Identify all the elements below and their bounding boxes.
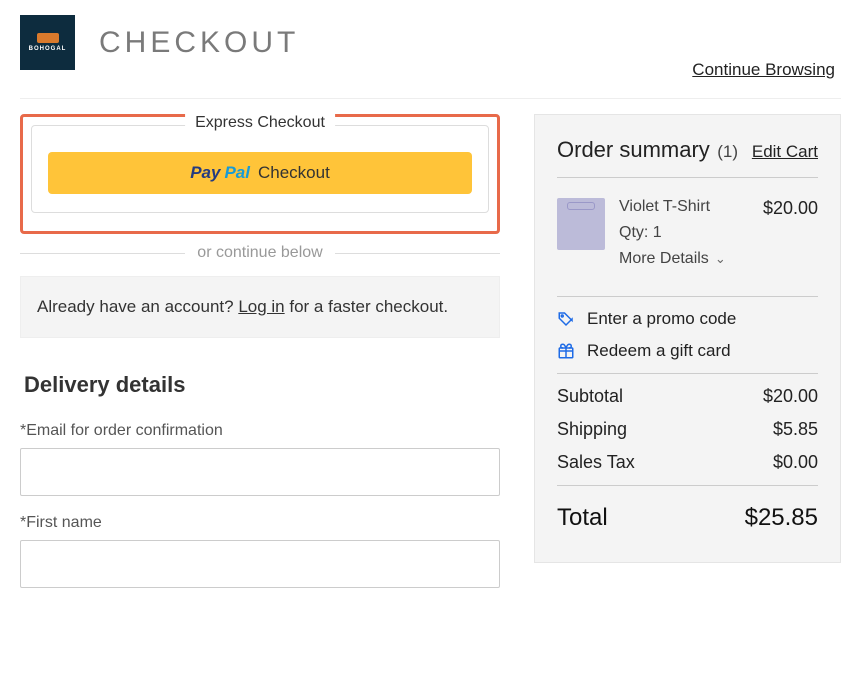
firstname-field[interactable] [20,540,500,588]
or-divider-text: or continue below [197,244,322,262]
promo-code-link[interactable]: Enter a promo code [557,309,818,329]
brand-name: BOHOGAL [29,46,67,52]
paypal-checkout-text: Checkout [258,163,330,183]
promo-code-text: Enter a promo code [587,309,736,329]
express-checkout-label: Express Checkout [185,114,335,132]
login-post-text: for a faster checkout. [285,297,448,316]
express-checkout-box: Express Checkout PayPal Checkout [31,125,489,213]
tax-value: $0.00 [773,452,818,473]
email-field[interactable] [20,448,500,496]
subtotal-value: $20.00 [763,386,818,407]
login-link[interactable]: Log in [238,297,284,316]
firstname-label: *First name [20,514,500,532]
cart-line-item: Violet T-Shirt Qty: 1 More Details ⌄ $20… [557,188,818,286]
divider [20,98,841,99]
divider [557,296,818,297]
gift-card-link[interactable]: Redeem a gift card [557,341,818,361]
tax-label: Sales Tax [557,452,635,473]
item-thumbnail [557,198,605,250]
or-divider: or continue below [20,244,500,262]
chevron-down-icon: ⌄ [715,251,726,267]
gift-icon [557,342,575,360]
brand-logo-icon [37,33,59,43]
paypal-logo-pal: Pal [224,163,250,183]
edit-cart-link[interactable]: Edit Cart [752,142,818,162]
subtotal-label: Subtotal [557,386,623,407]
paypal-logo-pay: Pay [190,163,220,183]
total-label: Total [557,504,608,532]
item-price: $20.00 [763,198,818,219]
paypal-checkout-button[interactable]: PayPal Checkout [48,152,472,194]
order-summary-title: Order summary [557,137,710,162]
login-pre-text: Already have an account? [37,297,238,316]
shipping-value: $5.85 [773,419,818,440]
gift-card-text: Redeem a gift card [587,341,731,361]
total-value: $25.85 [745,504,818,532]
order-summary: Order summary (1) Edit Cart Violet T-Shi… [534,114,841,563]
delivery-details-heading: Delivery details [24,372,500,398]
email-label: *Email for order confirmation [20,422,500,440]
divider [557,177,818,178]
brand-logo[interactable]: BOHOGAL [20,15,75,70]
shipping-label: Shipping [557,419,627,440]
tag-icon [557,310,575,328]
login-prompt: Already have an account? Log in for a fa… [20,276,500,338]
order-summary-count: (1) [717,142,738,161]
divider [557,485,818,486]
express-checkout-highlight: Express Checkout PayPal Checkout [20,114,500,234]
continue-browsing-link[interactable]: Continue Browsing [692,60,835,80]
item-name: Violet T-Shirt [619,198,749,216]
item-qty: Qty: 1 [619,224,749,242]
more-details-label: More Details [619,250,709,268]
divider [557,373,818,374]
more-details-toggle[interactable]: More Details ⌄ [619,250,749,268]
page-title: CHECKOUT [99,26,299,60]
